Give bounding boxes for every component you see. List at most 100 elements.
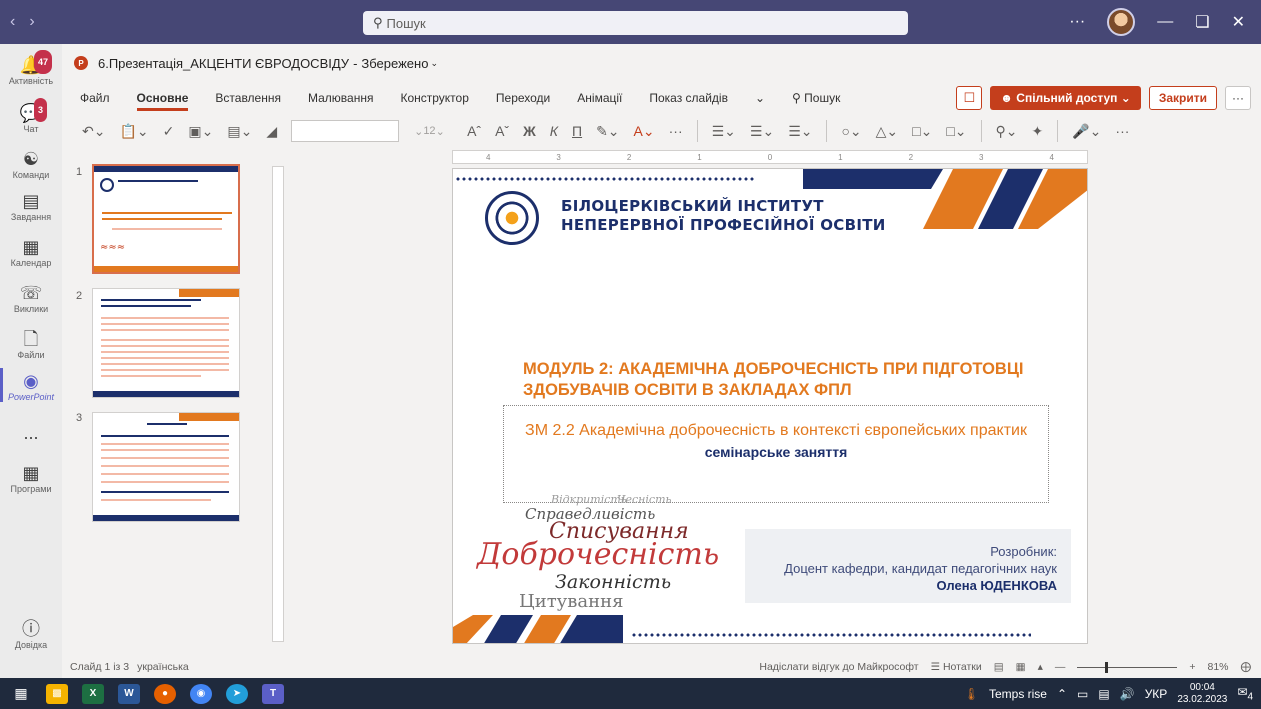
firefox-icon[interactable]: ●: [154, 683, 176, 704]
shape-outline-icon[interactable]: □⌄: [912, 123, 932, 140]
slide-thumbnail-2[interactable]: [92, 288, 240, 398]
tab-file[interactable]: Файл: [80, 91, 110, 105]
rail-item-activity[interactable]: 🔔 47 Активність: [0, 50, 62, 86]
more-font-icon[interactable]: ···: [669, 123, 683, 139]
sorter-view-icon[interactable]: ▦: [1016, 661, 1026, 673]
rail-item-calls[interactable]: ☏ Виклики: [0, 282, 62, 314]
toolbar-more-icon[interactable]: ···: [1115, 123, 1129, 139]
tray-expand-icon[interactable]: ⌃: [1057, 687, 1067, 701]
rail-item-teams[interactable]: ☯ Команди: [0, 148, 62, 180]
excel-icon[interactable]: X: [82, 683, 104, 704]
close-window-icon[interactable]: ✕: [1232, 12, 1245, 32]
current-slide[interactable]: БІЛОЦЕРКІВСЬКИЙ ІНСТИТУТ НЕПЕРЕРВНОЇ ПРО…: [452, 168, 1088, 644]
maximize-icon[interactable]: ❏: [1195, 12, 1209, 32]
notifications-icon[interactable]: ✉4: [1237, 685, 1253, 702]
word-icon[interactable]: W: [118, 683, 140, 704]
tabs-overflow-chevron-icon[interactable]: ⌄: [755, 91, 765, 105]
notes-button[interactable]: ☰ Нотатки: [931, 661, 982, 673]
paste-icon[interactable]: 📋⌄: [119, 123, 148, 140]
zoom-slider[interactable]: [1077, 661, 1178, 673]
telegram-icon[interactable]: ➤: [226, 683, 248, 704]
tab-design[interactable]: Конструктор: [400, 91, 468, 105]
rail-item-assignments[interactable]: ▤ Завдання: [0, 190, 62, 222]
layout-icon[interactable]: ▤⌄: [227, 123, 252, 140]
close-document-button[interactable]: Закрити: [1148, 86, 1217, 110]
dictate-icon[interactable]: 🎤⌄: [1072, 123, 1101, 140]
tab-transitions[interactable]: Переходи: [496, 91, 550, 105]
shapes-icon[interactable]: ○⌄: [841, 123, 861, 140]
chevron-down-icon[interactable]: ⌄: [430, 58, 438, 69]
back-icon[interactable]: ‹: [10, 13, 15, 31]
format-painter-icon[interactable]: ✓: [163, 123, 175, 140]
arrange-icon[interactable]: □⌄: [946, 123, 966, 140]
subtitle-box[interactable]: ЗМ 2.2 Академічна доброчесність в контек…: [503, 405, 1049, 503]
tab-insert[interactable]: Вставлення: [215, 91, 281, 105]
undo-icon[interactable]: ↶⌄: [82, 123, 105, 140]
more-options-icon[interactable]: ···: [1069, 13, 1085, 31]
language-tray[interactable]: УКР: [1145, 687, 1168, 701]
word-cloud-image[interactable]: Відкритість Чесність Справедливість Спис…: [459, 491, 749, 621]
normal-view-icon[interactable]: ▤: [994, 661, 1004, 673]
zoom-out-icon[interactable]: —: [1055, 661, 1066, 673]
rail-item-files[interactable]: 🗋 Файли: [0, 328, 62, 360]
tab-draw[interactable]: Малювання: [308, 91, 373, 105]
tab-home[interactable]: Основне: [136, 85, 189, 111]
forward-icon[interactable]: ›: [29, 13, 34, 31]
comments-button[interactable]: ☐: [956, 86, 983, 110]
underline-icon[interactable]: П: [572, 123, 582, 139]
chrome-icon[interactable]: ◉: [190, 683, 212, 704]
battery-icon[interactable]: ▭: [1077, 687, 1088, 701]
feedback-link[interactable]: Надіслати відгук до Майкрософт: [759, 661, 918, 673]
document-title[interactable]: 6.Презентація_АКЦЕНТИ ЄВРОДОСВІДУ: [98, 56, 349, 71]
font-name-input[interactable]: [291, 120, 400, 142]
tab-animations[interactable]: Анімації: [577, 91, 622, 105]
author-box[interactable]: Розробник: Доцент кафедри, кандидат педа…: [745, 529, 1071, 603]
language-indicator[interactable]: українська: [137, 661, 189, 673]
rail-item-calendar[interactable]: ▦ Календар: [0, 236, 62, 268]
increase-font-icon[interactable]: Aˆ: [467, 123, 481, 139]
decrease-font-icon[interactable]: Aˇ: [495, 123, 509, 139]
windows-start-icon[interactable]: ▦: [10, 684, 32, 704]
numbering-icon[interactable]: ☰⌄: [750, 123, 774, 140]
bold-icon[interactable]: Ж: [523, 123, 536, 139]
designer-icon[interactable]: ✦: [1032, 123, 1044, 140]
file-explorer-icon[interactable]: ▩: [46, 683, 68, 704]
rail-item-help[interactable]: ⓘ Довідка: [0, 618, 62, 650]
minimize-icon[interactable]: —: [1157, 13, 1173, 31]
slide-thumbnail-1[interactable]: ≈≈≈: [92, 164, 240, 274]
weather-text[interactable]: Temps rise: [989, 687, 1047, 701]
italic-icon[interactable]: К: [550, 123, 558, 139]
rail-item-chat[interactable]: 💬 3 Чат: [0, 98, 62, 134]
save-status[interactable]: Збережено: [361, 56, 428, 71]
shape-fill-icon[interactable]: △⌄: [876, 123, 899, 140]
teams-taskbar-icon[interactable]: T: [262, 683, 284, 704]
avatar[interactable]: [1107, 8, 1136, 36]
clock[interactable]: 00:04 23.02.2023: [1177, 682, 1227, 706]
fit-slide-icon[interactable]: ⨁: [1241, 661, 1252, 673]
rail-item-more[interactable]: ...: [0, 422, 62, 444]
module-title[interactable]: МОДУЛЬ 2: АКАДЕМІЧНА ДОБРОЧЕСНІСТЬ ПРИ П…: [523, 359, 1063, 401]
network-icon[interactable]: ▤: [1098, 687, 1109, 701]
zoom-in-icon[interactable]: +: [1189, 661, 1195, 673]
search-input[interactable]: ⚲ Пошук: [363, 11, 908, 35]
highlight-icon[interactable]: ✎⌄: [596, 123, 619, 140]
apps-icon: ▦: [22, 463, 40, 483]
bullets-icon[interactable]: ☰⌄: [712, 123, 736, 140]
new-slide-icon[interactable]: ▣⌄: [188, 123, 213, 140]
rail-item-powerpoint[interactable]: ◉ PowerPoint: [0, 368, 62, 402]
align-icon[interactable]: ☰⌄: [788, 123, 812, 140]
reading-view-icon[interactable]: ▴: [1038, 661, 1043, 673]
zoom-level[interactable]: 81%: [1207, 661, 1228, 673]
zoom-slider-thumb[interactable]: [1105, 661, 1109, 673]
reset-icon[interactable]: ◢: [266, 123, 277, 140]
ribbon-search[interactable]: ⚲ Пошук: [792, 91, 840, 105]
share-button[interactable]: ☻ Спільний доступ ⌄: [990, 86, 1141, 110]
ribbon-more-button[interactable]: ···: [1225, 86, 1251, 110]
tab-slideshow[interactable]: Показ слайдів: [649, 91, 728, 105]
font-size-input[interactable]: ⌄ 12 ⌄: [413, 120, 453, 142]
font-color-icon[interactable]: A⌄: [634, 123, 655, 140]
rail-item-apps[interactable]: ▦ Програми: [0, 462, 62, 494]
volume-icon[interactable]: 🔊: [1120, 687, 1135, 701]
slide-thumbnail-3[interactable]: [92, 412, 240, 522]
find-icon[interactable]: ⚲⌄: [996, 123, 1018, 140]
